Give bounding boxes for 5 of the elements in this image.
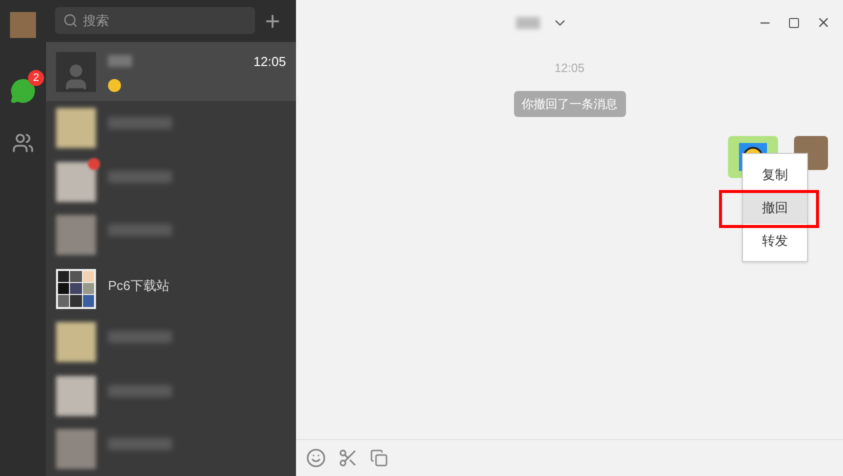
message-time: 12:05 [554, 60, 585, 77]
unread-badge: 2 [28, 70, 44, 86]
contact-name: Pc6下载站 [108, 276, 170, 295]
message-time: 12:05 [253, 52, 286, 71]
system-notice: 你撤回了一条消息 [514, 91, 626, 117]
